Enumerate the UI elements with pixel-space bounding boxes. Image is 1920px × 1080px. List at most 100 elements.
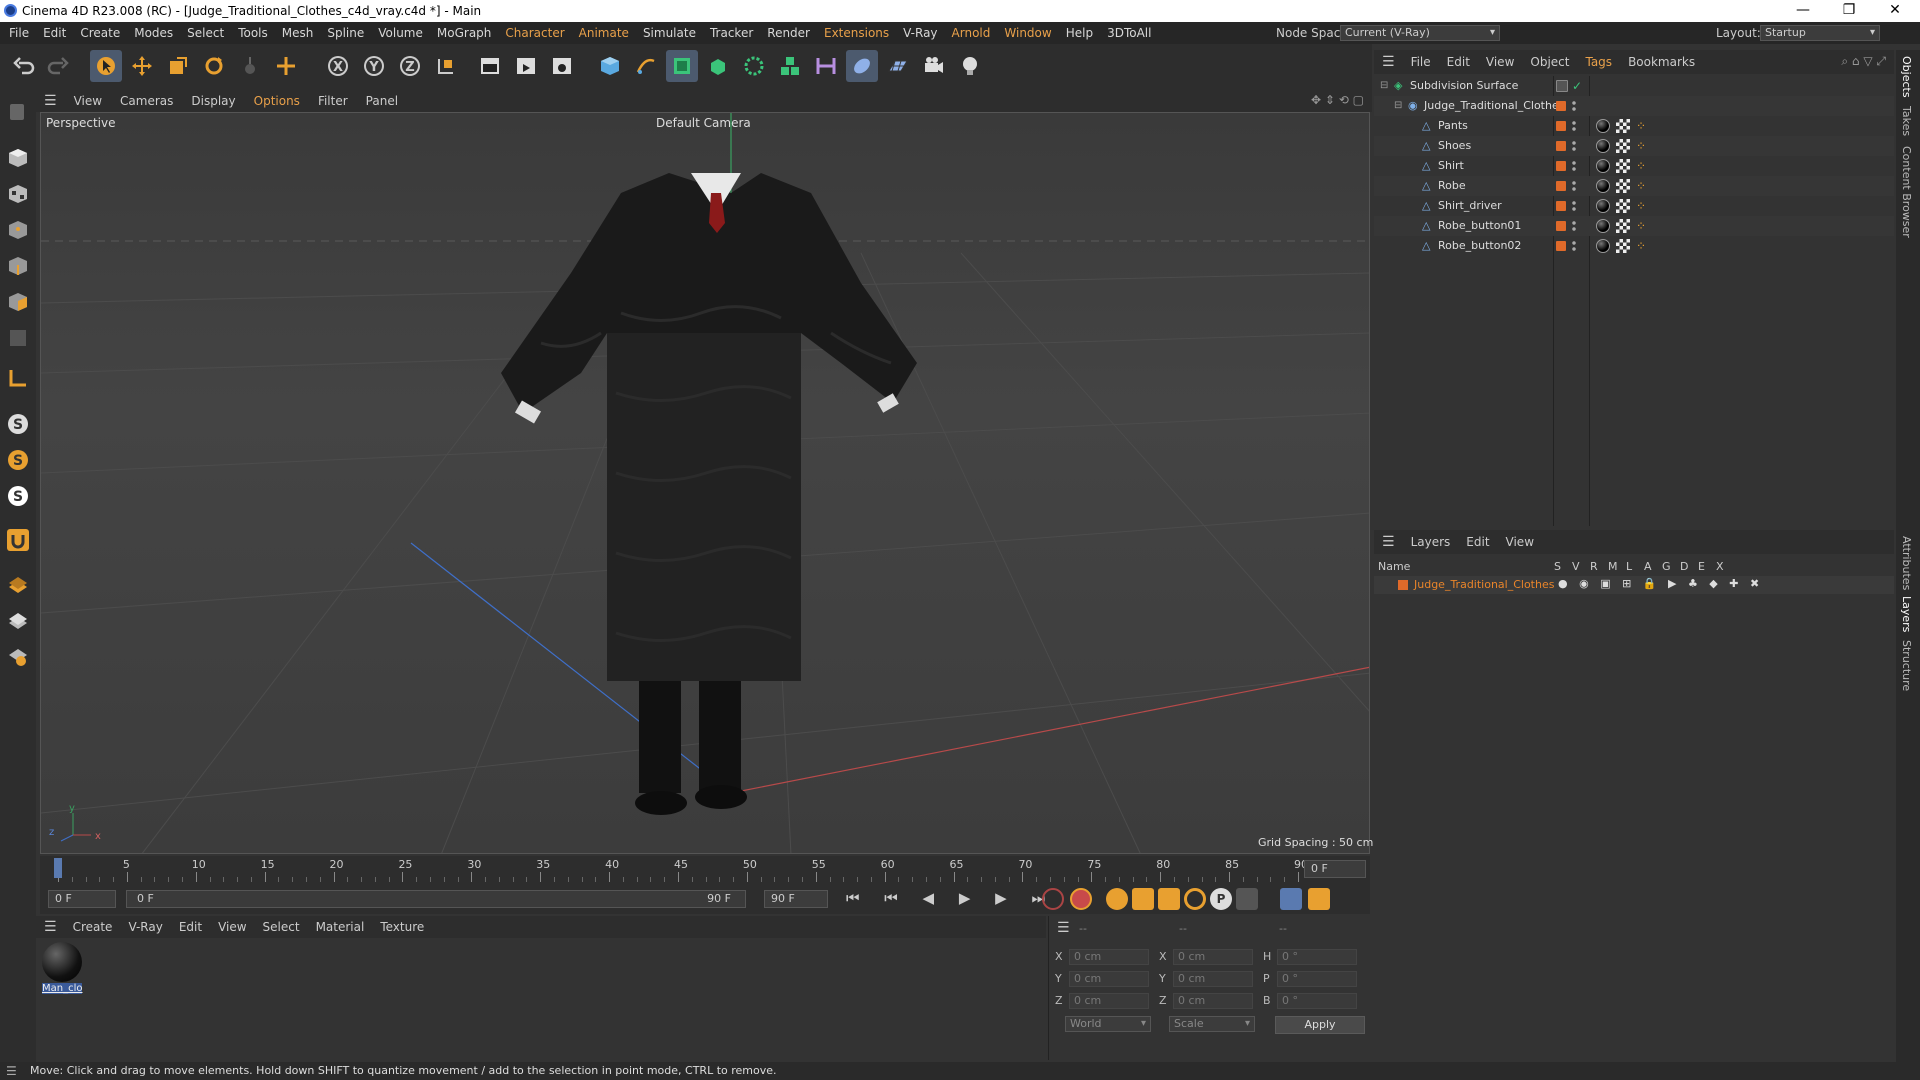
size-y-field[interactable]: 0 cm xyxy=(1173,971,1253,987)
add-tool-button[interactable] xyxy=(270,50,302,82)
object-menu-tags[interactable]: Tags xyxy=(1577,51,1620,73)
camera-button[interactable] xyxy=(918,50,950,82)
close-button[interactable]: ✕ xyxy=(1872,0,1918,22)
layers-col-v[interactable]: V xyxy=(1572,560,1580,573)
object-menu-edit[interactable]: Edit xyxy=(1439,51,1478,73)
object-menu-object[interactable]: Object xyxy=(1522,51,1577,73)
camera-name[interactable]: Default Camera xyxy=(656,116,751,130)
layout-dropdown[interactable]: Startup xyxy=(1760,25,1880,41)
render-to-picture-viewer-button[interactable] xyxy=(510,50,542,82)
scale-tool-button[interactable] xyxy=(162,50,194,82)
layer-chip[interactable] xyxy=(1556,221,1566,231)
rotation-h-field[interactable]: 0 ° xyxy=(1277,949,1357,965)
object-menu-file[interactable]: File xyxy=(1403,51,1439,73)
menu-character[interactable]: Character xyxy=(498,22,571,44)
viewport-menu-cameras[interactable]: Cameras xyxy=(111,90,182,112)
edge-mode-button[interactable] xyxy=(4,252,32,280)
menu-3dtoall[interactable]: 3DToAll xyxy=(1100,22,1158,44)
quantize-button[interactable]: S xyxy=(4,482,32,510)
menu-render[interactable]: Render xyxy=(760,22,817,44)
position-z-field[interactable]: 0 cm xyxy=(1069,993,1149,1009)
object-menu-bookmarks[interactable]: Bookmarks xyxy=(1620,51,1703,73)
material-tag-icon[interactable] xyxy=(1596,219,1610,233)
material-menu-material[interactable]: Material xyxy=(308,916,373,938)
light-button[interactable] xyxy=(954,50,986,82)
layer-chip[interactable] xyxy=(1556,161,1566,171)
minimize-button[interactable]: — xyxy=(1780,0,1826,22)
menu-modes[interactable]: Modes xyxy=(127,22,180,44)
object-row[interactable]: △ Pants ⁘ xyxy=(1374,116,1894,136)
restore-button[interactable]: ❐ xyxy=(1826,0,1872,22)
layers-col-x[interactable]: X xyxy=(1716,560,1724,573)
menu-tools[interactable]: Tools xyxy=(231,22,275,44)
menu-help[interactable]: Help xyxy=(1059,22,1100,44)
rotation-b-field[interactable]: 0 ° xyxy=(1277,993,1357,1009)
end-frame-field[interactable]: 90 F xyxy=(764,890,828,908)
visibility-dots-icon[interactable] xyxy=(1572,200,1576,212)
layers-col-g[interactable]: G xyxy=(1662,560,1671,573)
z-axis-lock-button[interactable]: Z xyxy=(394,50,426,82)
menu-tracker[interactable]: Tracker xyxy=(703,22,760,44)
current-frame-field[interactable]: 0 F xyxy=(1304,860,1366,878)
snap-settings-button[interactable]: S xyxy=(4,446,32,474)
x-axis-lock-button[interactable]: X xyxy=(322,50,354,82)
layers-menu-view[interactable]: View xyxy=(1498,530,1542,554)
coordinate-system-button[interactable] xyxy=(430,50,462,82)
position-x-field[interactable]: 0 cm xyxy=(1069,949,1149,965)
menu-extensions[interactable]: Extensions xyxy=(817,22,896,44)
menu-edit[interactable]: Edit xyxy=(36,22,73,44)
object-menu-view[interactable]: View xyxy=(1478,51,1522,73)
material-tag-icon[interactable] xyxy=(1596,179,1610,193)
menu-window[interactable]: Window xyxy=(997,22,1058,44)
rotate-tool-button[interactable] xyxy=(198,50,230,82)
layer-chip[interactable] xyxy=(1556,181,1566,191)
menu-v-ray[interactable]: V-Ray xyxy=(896,22,944,44)
snap-button[interactable]: S xyxy=(4,410,32,438)
cloner-button[interactable] xyxy=(738,50,770,82)
recent-tool-button[interactable] xyxy=(234,50,266,82)
uvw-tag-icon[interactable] xyxy=(1616,139,1630,153)
layer-chip[interactable] xyxy=(1556,80,1568,92)
visibility-dots-icon[interactable] xyxy=(1572,120,1576,132)
uvw-tag-icon[interactable] xyxy=(1616,179,1630,193)
viewport-menu-display[interactable]: Display xyxy=(182,90,244,112)
uv-mode-button[interactable] xyxy=(4,324,32,352)
vertex-map-tag-icon[interactable]: ⁘ xyxy=(1636,136,1646,156)
layers-col-r[interactable]: R xyxy=(1590,560,1598,573)
tab-attributes[interactable]: Attributes xyxy=(1900,536,1913,590)
record-off-button[interactable] xyxy=(1042,888,1064,910)
material-swatch[interactable]: Man_clo xyxy=(42,942,83,994)
undo-button[interactable] xyxy=(8,50,40,82)
key-param-button[interactable]: P xyxy=(1210,888,1232,910)
vertex-map-tag-icon[interactable]: ⁘ xyxy=(1636,196,1646,216)
status-menu-icon[interactable]: ☰ xyxy=(6,1062,17,1080)
object-row[interactable]: △ Robe_button01 ⁘ xyxy=(1374,216,1894,236)
y-axis-lock-button[interactable]: Y xyxy=(358,50,390,82)
object-row[interactable]: △ Shirt_driver ⁘ xyxy=(1374,196,1894,216)
layer-chip[interactable] xyxy=(1556,241,1566,251)
uvw-tag-icon[interactable] xyxy=(1616,239,1630,253)
menu-mograph[interactable]: MoGraph xyxy=(430,22,499,44)
material-menu-edit[interactable]: Edit xyxy=(171,916,210,938)
menu-create[interactable]: Create xyxy=(73,22,127,44)
layer-toggle-icons[interactable]: ● ◉ ▣ ⊞ 🔒 ▶ ♣ ◆ ✚ ✖ xyxy=(1558,577,1763,590)
timeline-window-button[interactable] xyxy=(1308,888,1330,910)
layer-row[interactable]: Judge_Traditional_Clothes ● ◉ ▣ ⊞ 🔒 ▶ ♣ … xyxy=(1374,576,1894,594)
key-rotation-button[interactable] xyxy=(1184,888,1206,910)
material-tag-icon[interactable] xyxy=(1596,159,1610,173)
menu-volume[interactable]: Volume xyxy=(371,22,430,44)
position-y-field[interactable]: 0 cm xyxy=(1069,971,1149,987)
key-scale-button[interactable] xyxy=(1158,888,1180,910)
uvw-tag-icon[interactable] xyxy=(1616,199,1630,213)
subdivision-surface-button[interactable] xyxy=(666,50,698,82)
layer-chip[interactable] xyxy=(1556,121,1566,131)
floor-button[interactable] xyxy=(882,50,914,82)
object-menu-hamburger-icon[interactable]: ☰ xyxy=(1374,54,1403,70)
material-tag-icon[interactable] xyxy=(1596,199,1610,213)
tweak-mode-button[interactable] xyxy=(4,526,32,554)
menu-mesh[interactable]: Mesh xyxy=(275,22,321,44)
object-row[interactable]: ⊟ ◉ Judge_Traditional_Clothes xyxy=(1374,96,1894,116)
visibility-dots-icon[interactable] xyxy=(1572,160,1576,172)
render-settings-button[interactable] xyxy=(546,50,578,82)
material-menu-texture[interactable]: Texture xyxy=(372,916,432,938)
